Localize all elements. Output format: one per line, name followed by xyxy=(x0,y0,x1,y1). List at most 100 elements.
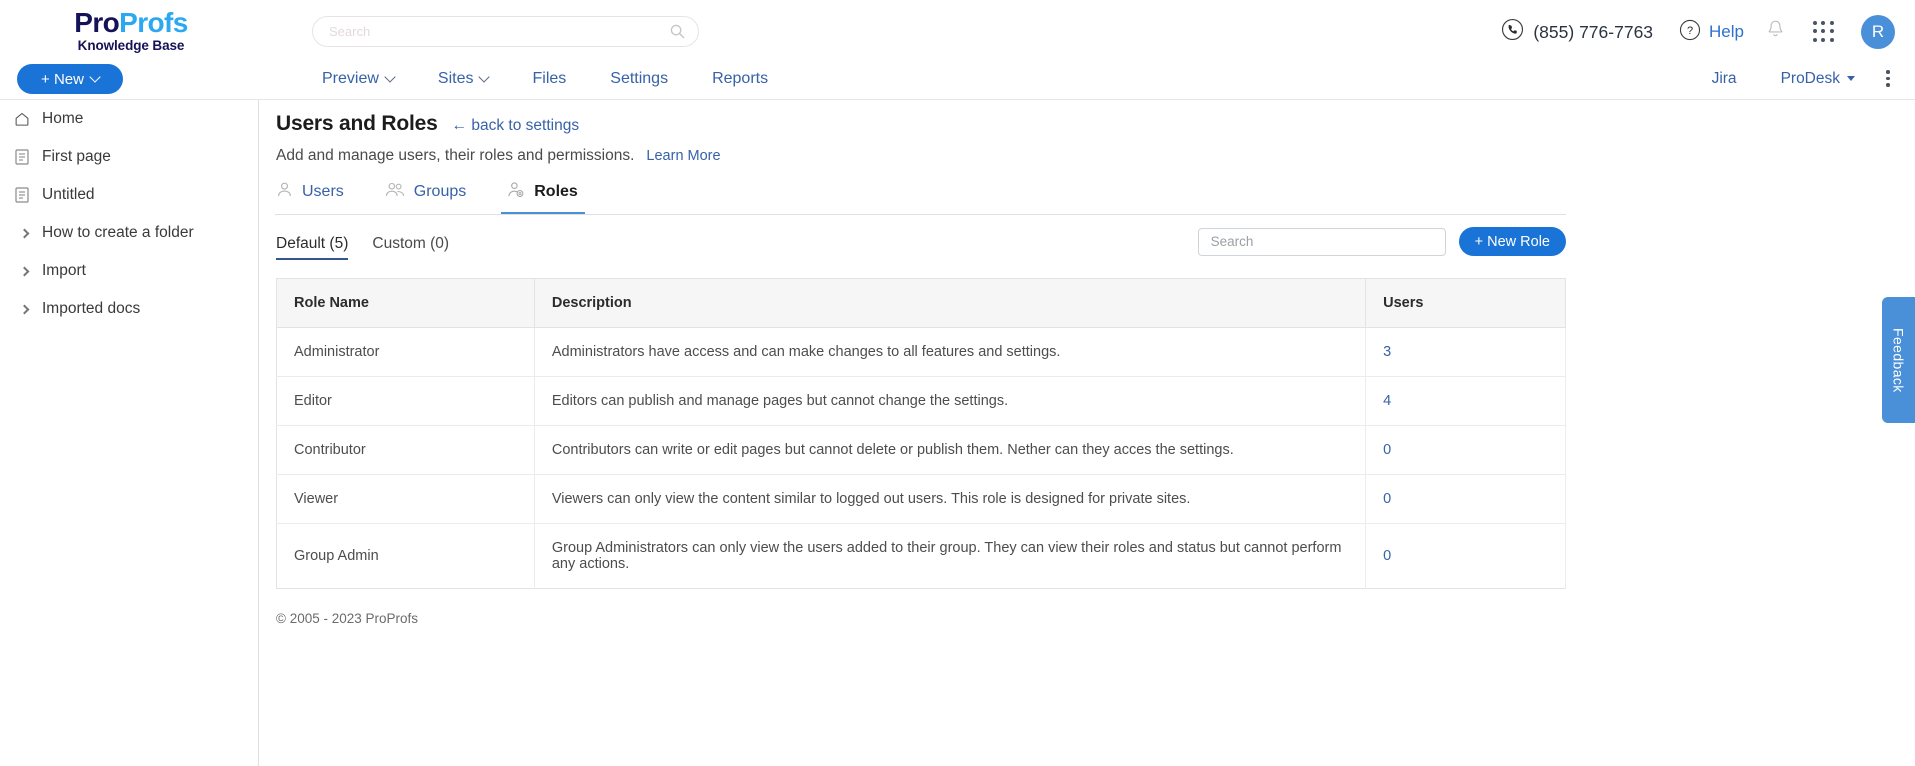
logo-subtitle: Knowledge Base xyxy=(77,38,185,53)
document-icon xyxy=(14,187,30,203)
subtab-default[interactable]: Default (5) xyxy=(276,235,349,260)
tab-label: Roles xyxy=(534,183,578,200)
nav-item-sites[interactable]: Sites xyxy=(416,58,511,99)
tab-bar: Users Groups Roles xyxy=(275,181,1566,215)
user-icon xyxy=(276,181,293,203)
feedback-tab[interactable]: Feedback xyxy=(1882,297,1915,423)
tab-users[interactable]: Users xyxy=(276,181,363,213)
nav-label: ProDesk xyxy=(1780,69,1840,87)
tab-groups[interactable]: Groups xyxy=(385,181,485,213)
logo-wordmark: ProProfs xyxy=(26,8,236,38)
main-content: Users and Roles ← back to settings Add a… xyxy=(259,99,1915,766)
search-input[interactable] xyxy=(313,17,643,46)
sidebar-item-imported-docs[interactable]: Imported docs xyxy=(0,290,258,328)
sidebar-item-import[interactable]: Import xyxy=(0,252,258,290)
top-bar-right: (855) 776-7763 ? Help R xyxy=(1501,12,1895,52)
search-icon[interactable] xyxy=(670,24,685,44)
cell-role-name: Viewer xyxy=(276,474,535,524)
learn-more-link[interactable]: Learn More xyxy=(646,148,720,164)
notification-bell-icon[interactable] xyxy=(1766,19,1785,45)
column-header-description[interactable]: Description xyxy=(534,278,1367,328)
kebab-menu-icon[interactable] xyxy=(1877,70,1899,87)
apps-grid-icon[interactable] xyxy=(1813,21,1835,43)
subtab-custom[interactable]: Custom (0) xyxy=(372,235,449,260)
new-button[interactable]: + New xyxy=(17,64,123,94)
back-to-settings-link[interactable]: ← back to settings xyxy=(452,117,580,135)
chevron-right-icon[interactable] xyxy=(14,228,30,238)
table-row[interactable]: Viewer Viewers can only view the content… xyxy=(276,474,1566,524)
sidebar-item-label: How to create a folder xyxy=(42,224,194,241)
page-header: Users and Roles ← back to settings xyxy=(276,100,1915,136)
cell-users-count[interactable]: 0 xyxy=(1383,548,1391,564)
chevron-right-icon[interactable] xyxy=(14,266,30,276)
help-button[interactable]: ? Help xyxy=(1679,19,1744,46)
roles-search-box[interactable] xyxy=(1197,227,1446,256)
question-circle-icon: ? xyxy=(1679,19,1701,46)
cell-role-name: Group Admin xyxy=(276,523,535,589)
cell-role-name: Contributor xyxy=(276,425,535,475)
sidebar-item-label: Import xyxy=(42,262,86,279)
chevron-down-icon xyxy=(478,70,491,83)
user-gear-icon xyxy=(507,181,525,203)
subtab-actions: + New Role xyxy=(1197,227,1566,256)
sidebar: + New Home First page Untitled How to cr… xyxy=(0,64,259,766)
tab-roles[interactable]: Roles xyxy=(501,181,597,215)
table-row[interactable]: Administrator Administrators have access… xyxy=(276,327,1566,377)
cell-description: Administrators have access and can make … xyxy=(534,327,1367,377)
nav-label: Sites xyxy=(437,69,474,87)
phone-icon xyxy=(1501,18,1524,46)
nav-label: Settings xyxy=(610,69,669,87)
table-row[interactable]: Contributor Contributors can write or ed… xyxy=(276,425,1566,475)
page-subtitle: Add and manage users, their roles and pe… xyxy=(276,147,635,164)
cell-description: Viewers can only view the content simila… xyxy=(534,474,1367,524)
column-header-users[interactable]: Users xyxy=(1365,278,1566,328)
sidebar-item-label: Imported docs xyxy=(42,300,141,317)
roles-table-head: Role Name Description Users xyxy=(276,278,1566,328)
nav-item-prodesk[interactable]: ProDesk xyxy=(1759,58,1877,99)
proprofs-logo[interactable]: ProProfs Knowledge Base xyxy=(26,8,236,54)
global-search-box[interactable] xyxy=(312,16,699,47)
roles-table-body: Administrator Administrators have access… xyxy=(276,327,1566,589)
help-label: Help xyxy=(1709,22,1744,41)
avatar[interactable]: R xyxy=(1861,15,1895,49)
nav-item-preview[interactable]: Preview xyxy=(300,58,416,99)
cell-users-count[interactable]: 3 xyxy=(1383,344,1391,360)
nav-item-settings[interactable]: Settings xyxy=(588,58,690,99)
nav-label: Jira xyxy=(1711,69,1737,87)
new-role-button[interactable]: + New Role xyxy=(1458,227,1566,256)
new-button-label: + New xyxy=(41,70,84,88)
tab-divider xyxy=(275,214,1566,215)
column-header-role-name[interactable]: Role Name xyxy=(276,278,535,328)
document-icon xyxy=(14,149,30,165)
copyright-footer: © 2005 - 2023 ProProfs xyxy=(276,611,419,626)
sidebar-item-label: Untitled xyxy=(42,186,95,203)
cell-users-count[interactable]: 0 xyxy=(1383,491,1391,507)
sidebar-item-label: Home xyxy=(42,110,84,127)
sidebar-item-how-to-create-a-folder[interactable]: How to create a folder xyxy=(0,214,258,252)
cell-users-count[interactable]: 0 xyxy=(1383,442,1391,458)
sidebar-item-home[interactable]: Home xyxy=(0,100,258,138)
nav-left-group: Preview Sites Files Settings Reports xyxy=(300,58,790,99)
nav-right-group: Jira ProDesk xyxy=(1690,58,1899,99)
sidebar-item-first-page[interactable]: First page xyxy=(0,138,258,176)
svg-text:?: ? xyxy=(1687,25,1693,37)
chevron-down-icon xyxy=(384,70,396,83)
subtab-bar: Default (5) Custom (0) + New Role xyxy=(276,227,1566,260)
phone-number: (855) 776-7763 xyxy=(1533,21,1654,42)
table-row[interactable]: Group Admin Group Administrators can onl… xyxy=(276,523,1566,589)
table-row[interactable]: Editor Editors can publish and manage pa… xyxy=(276,376,1566,426)
chevron-down-icon xyxy=(89,71,101,83)
cell-users-count[interactable]: 4 xyxy=(1383,393,1391,409)
sidebar-item-untitled[interactable]: Untitled xyxy=(0,176,258,214)
support-phone[interactable]: (855) 776-7763 xyxy=(1501,18,1653,46)
cell-description: Contributors can write or edit pages but… xyxy=(534,425,1367,475)
users-group-icon xyxy=(385,181,405,203)
cell-role-name: Administrator xyxy=(276,327,535,377)
nav-item-files[interactable]: Files xyxy=(510,58,588,99)
nav-item-jira[interactable]: Jira xyxy=(1690,58,1759,99)
chevron-right-icon[interactable] xyxy=(14,304,30,314)
table-header-row: Role Name Description Users xyxy=(276,278,1566,328)
tab-label: Groups xyxy=(413,183,467,200)
nav-item-reports[interactable]: Reports xyxy=(690,58,790,99)
roles-search-input[interactable] xyxy=(1198,234,1445,249)
